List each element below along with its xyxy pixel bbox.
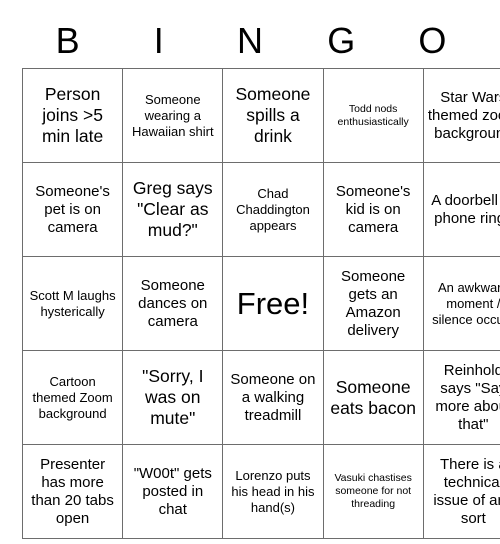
bingo-row: Cartoon themed Zoom background "Sorry, I… <box>21 350 500 445</box>
bingo-grid: Person joins >5 min late Someone wearing… <box>21 68 500 539</box>
bingo-cell[interactable]: Lorenzo puts his head in his hand(s) <box>222 444 324 539</box>
bingo-cell-free[interactable]: Free! <box>222 256 324 351</box>
bingo-header-letter-n: N <box>237 20 263 61</box>
bingo-row: Person joins >5 min late Someone wearing… <box>21 68 500 163</box>
bingo-header-letter-g: G <box>327 20 356 61</box>
bingo-cell[interactable]: Someone spills a drink <box>222 68 324 163</box>
bingo-cell[interactable]: A doorbell or phone rings <box>422 162 500 257</box>
bingo-cell[interactable]: Someone's kid is on camera <box>322 162 424 257</box>
bingo-cell[interactable]: Someone on a walking treadmill <box>222 350 324 445</box>
bingo-cell[interactable]: Todd nods enthusiastically <box>322 68 424 163</box>
bingo-cell[interactable]: Someone dances on camera <box>122 256 224 351</box>
bingo-row: Someone's pet is on camera Greg says "Cl… <box>21 162 500 257</box>
bingo-cell[interactable]: An awkward moment / silence occurs <box>422 256 500 351</box>
bingo-cell[interactable]: Presenter has more than 20 tabs open <box>21 444 124 539</box>
bingo-cell[interactable]: Chad Chaddington appears <box>222 162 324 257</box>
bingo-cell[interactable]: Star Wars themed zoom background <box>422 68 500 163</box>
bingo-cell[interactable]: Person joins >5 min late <box>21 68 124 163</box>
bingo-header: B I N G O <box>22 14 478 68</box>
bingo-cell[interactable]: Greg says "Clear as mud?" <box>122 162 224 257</box>
bingo-header-letter-o: O <box>418 20 447 61</box>
bingo-cell[interactable]: Someone wearing a Hawaiian shirt <box>122 68 224 163</box>
bingo-header-letter-b: B <box>55 20 80 61</box>
bingo-cell[interactable]: There is a technical issue of any sort <box>422 444 500 539</box>
bingo-cell[interactable]: Someone gets an Amazon delivery <box>322 256 424 351</box>
bingo-cell[interactable]: Scott M laughs hysterically <box>21 256 124 351</box>
bingo-cell[interactable]: "W00t" gets posted in chat <box>122 444 224 539</box>
bingo-cell[interactable]: Vasuki chastises someone for not threadi… <box>322 444 424 539</box>
bingo-card: B I N G O Person joins >5 min late Someo… <box>21 14 500 539</box>
bingo-cell[interactable]: "Sorry, I was on mute" <box>122 350 224 445</box>
bingo-row: Scott M laughs hysterically Someone danc… <box>21 256 500 351</box>
bingo-cell[interactable]: Reinhold says "Say more about that" <box>422 350 500 445</box>
bingo-header-letter-i: I <box>153 20 164 61</box>
bingo-cell[interactable]: Someone eats bacon <box>322 350 424 445</box>
bingo-cell[interactable]: Someone's pet is on camera <box>21 162 124 257</box>
bingo-cell[interactable]: Cartoon themed Zoom background <box>21 350 124 445</box>
bingo-row: Presenter has more than 20 tabs open "W0… <box>21 444 500 539</box>
